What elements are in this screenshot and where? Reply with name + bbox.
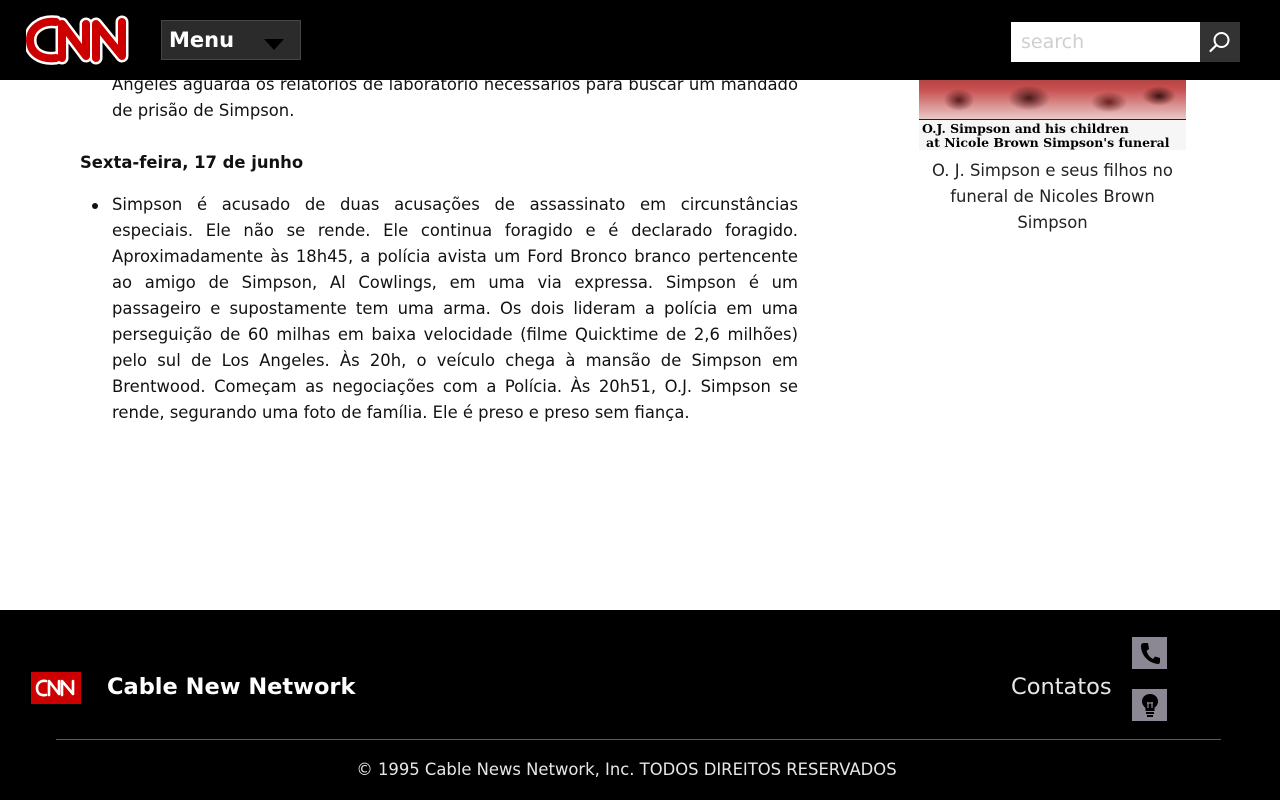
menu-label: Menu [169,28,235,52]
phone-contact-button[interactable] [1132,637,1167,669]
photo-overlay-caption: O.J. Simpson and his children at Nicole … [919,120,1186,150]
phone-icon [1140,643,1160,664]
photo-overlay-line-2: at Nicole Brown Simpson's funeral [926,135,1170,150]
footer-cnn-logo[interactable] [31,672,81,704]
footer-divider [56,739,1221,740]
top-navigation-bar: Menu [0,0,1280,80]
cnn-logo-icon [23,15,129,65]
search-input[interactable] [1011,22,1200,62]
chevron-down-icon [264,39,284,50]
copyright-text: © 1995 Cable News Network, Inc. TODOS DI… [356,760,897,779]
search-icon [1209,32,1230,53]
article-bullet: Simpson é acusado de duas acusações de a… [112,195,798,422]
date-heading: Sexta-feira, 17 de junho [80,153,304,172]
bullet-marker [92,203,98,209]
contacts-label: Contatos [1011,674,1112,700]
figure-caption: O. J. Simpson e seus filhos no funeral d… [932,161,1173,232]
lightbulb-icon [1141,694,1158,717]
footer-cnn-logo-icon [31,672,81,704]
menu-dropdown-button[interactable]: Menu [161,20,301,60]
photo-overlay-line-1: O.J. Simpson and his children [922,121,1129,136]
site-footer: Cable New Network Contatos © 1995 Cable … [0,610,1280,800]
search-button[interactable] [1200,22,1240,62]
cnn-logo[interactable] [23,14,136,66]
funeral-photo: O.J. Simpson and his children at Nicole … [919,70,1186,150]
article-content: Angeles aguarda os relatórios de laborat… [0,0,1280,610]
ideas-contact-button[interactable] [1132,689,1167,721]
footer-network-name: Cable New Network [107,674,356,700]
